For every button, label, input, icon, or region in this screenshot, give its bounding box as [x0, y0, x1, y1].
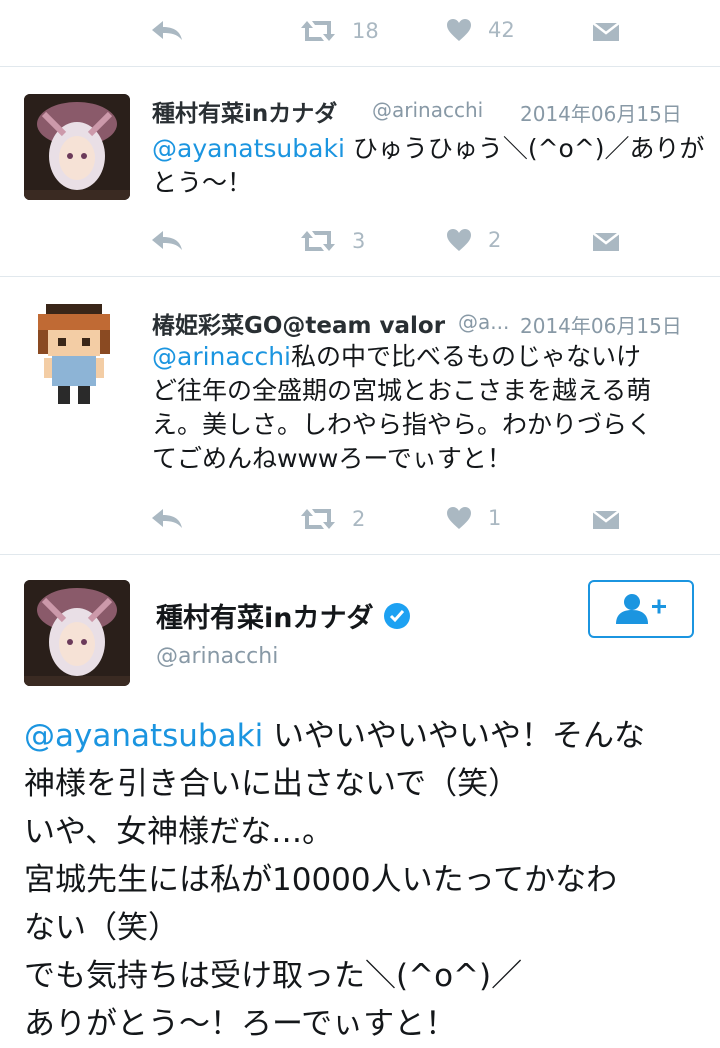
like-count: 2	[488, 228, 502, 252]
heart-icon	[447, 19, 471, 41]
tweet-author-name[interactable]: 種村有菜inカナダ	[152, 94, 337, 128]
tweet-text: @arinacchi私の中で比べるものじゃないけ ど往年の全盛期の宮城とおこさま…	[152, 342, 653, 473]
retweet-count: 2	[352, 507, 366, 531]
tweet-date[interactable]: 2014年06月15日	[520, 310, 682, 339]
tweet-author-name[interactable]: 椿姫彩菜GO@team valor	[152, 306, 445, 340]
mention-link[interactable]: @arinacchi	[152, 342, 291, 371]
message-icon[interactable]	[592, 22, 620, 42]
main-author-handle[interactable]: @arinacchi	[156, 644, 278, 669]
reply-icon[interactable]	[150, 228, 184, 254]
retweet-action[interactable]: 3	[300, 228, 365, 254]
follow-button[interactable]	[588, 580, 694, 638]
top-actions-bar: 18 42	[0, 0, 720, 44]
tweet-author-handle[interactable]: @arinacchi	[372, 98, 483, 122]
message-icon[interactable]	[592, 510, 620, 530]
tweet-author-handle[interactable]: @a...	[458, 310, 509, 334]
retweet-icon	[301, 231, 335, 251]
mention-link[interactable]: @ayanatsubaki	[152, 134, 345, 163]
follow-user-icon	[616, 594, 666, 624]
avatar[interactable]	[24, 580, 130, 686]
retweet-count: 3	[352, 229, 366, 253]
heart-icon	[447, 507, 471, 529]
main-author[interactable]: 種村有菜inカナダ	[156, 596, 411, 635]
avatar[interactable]	[24, 300, 130, 406]
anime-avatar-image	[24, 580, 130, 686]
retweet-icon	[301, 21, 335, 41]
retweet-count: 18	[352, 19, 379, 43]
divider	[0, 66, 720, 67]
divider	[0, 276, 720, 277]
main-tweet-text: @ayanatsubaki いやいやいやいや！そんな 神様を引き合いに出さないで…	[24, 718, 646, 1042]
like-count: 1	[488, 506, 502, 530]
retweet-icon	[301, 509, 335, 529]
avatar[interactable]	[24, 94, 130, 200]
retweet-action[interactable]: 18	[300, 18, 379, 44]
tweet-text: @ayanatsubaki ひゅうひゅう＼(^o^)／ありが とう〜！	[152, 134, 705, 197]
like-action[interactable]: 2	[446, 228, 501, 252]
pixel-avatar-image	[38, 304, 110, 404]
like-count: 42	[488, 18, 515, 42]
mention-link[interactable]: @ayanatsubaki	[24, 718, 263, 754]
message-icon[interactable]	[592, 232, 620, 252]
like-action[interactable]: 1	[446, 506, 501, 530]
reply-icon[interactable]	[150, 18, 184, 44]
like-action[interactable]: 42	[446, 18, 515, 42]
tweet-date[interactable]: 2014年06月15日	[520, 98, 682, 127]
anime-avatar-image	[24, 94, 130, 200]
main-author-name: 種村有菜inカナダ	[156, 603, 374, 634]
retweet-action[interactable]: 2	[300, 506, 365, 532]
divider	[0, 554, 720, 555]
verified-badge-icon	[384, 602, 411, 629]
heart-icon	[447, 229, 471, 251]
reply-icon[interactable]	[150, 506, 184, 532]
